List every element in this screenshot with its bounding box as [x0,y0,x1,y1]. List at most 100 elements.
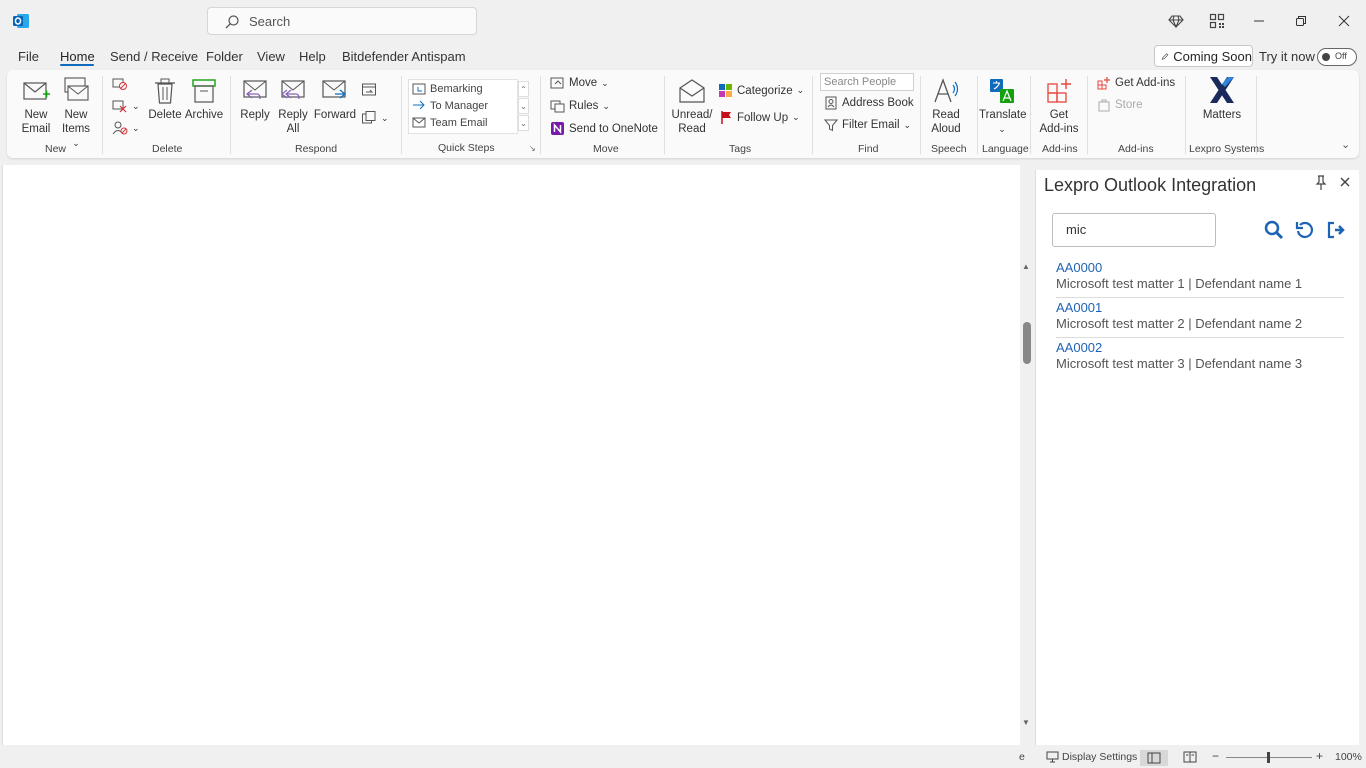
menu-bitdefender[interactable]: Bitdefender Antispam [342,49,466,64]
try-it-now-toggle[interactable]: Off [1317,48,1357,66]
rules-button[interactable]: Rules ⌄ [550,99,610,113]
chevron-down-icon: ⌄ [132,122,140,133]
delete-label: Delete [148,109,182,121]
scroll-down-arrow-icon[interactable]: ▼ [1022,718,1030,727]
menu-folder[interactable]: Folder [206,49,243,64]
reading-pane-scrollbar[interactable]: ▲ ▼ [1020,262,1033,732]
ignore-icon [112,78,127,90]
ignore-button[interactable] [112,77,128,91]
close-icon[interactable] [1338,175,1352,194]
zoom-out-button[interactable]: − [1212,749,1219,763]
quick-steps-scroll-up[interactable]: ⌃ [518,81,529,97]
translate-button[interactable]: Translate ⌄ [979,76,1027,136]
quick-steps-expand[interactable]: ⌄ [518,115,529,131]
reading-view-button[interactable] [1183,751,1197,763]
categorize-button[interactable]: Categorize ⌄ [718,83,804,98]
zoom-slider-thumb[interactable] [1267,752,1270,763]
rules-label: Rules [569,100,599,112]
matters-label: Matters [1202,109,1242,121]
new-items-button[interactable]: New Items ⌄ [57,76,95,150]
menu-file[interactable]: File [18,49,39,64]
address-book-button[interactable]: Address Book [824,96,914,110]
delete-button[interactable]: Delete [147,76,183,122]
filter-email-button[interactable]: Filter Email ⌄ [824,118,911,132]
quick-step-team-email[interactable]: Team Email [412,116,487,129]
quick-step-label: Team Email [430,116,488,129]
diamond-icon[interactable] [1165,10,1187,32]
categorize-label: Categorize [737,84,793,97]
chevron-down-icon: ⌄ [601,77,609,88]
pin-icon[interactable] [1314,175,1328,196]
read-aloud-button[interactable]: Read Aloud [927,76,965,136]
outlook-app-icon [12,12,30,30]
more-respond-button[interactable]: ⌄ [361,110,389,126]
forward-icon [322,80,347,99]
scroll-up-arrow-icon[interactable]: ▲ [1022,262,1030,271]
minimize-button[interactable] [1239,6,1279,36]
move-button[interactable]: Move ⌄ [550,76,609,90]
forward-button[interactable]: Forward [313,76,357,122]
rules-icon [550,100,565,113]
get-add-ins-button[interactable]: Get Add-ins [1097,76,1175,90]
result-code[interactable]: AA0002 [1056,340,1344,355]
reply-all-button[interactable]: Reply All [275,76,311,136]
get-add-ins-large-button[interactable]: Get Add-ins [1037,76,1081,136]
menu-home[interactable]: Home [60,49,95,64]
result-item[interactable]: AA0000 Microsoft test matter 1 | Defenda… [1056,260,1344,298]
matters-button[interactable]: Matters [1197,74,1247,122]
new-email-button[interactable]: New Email [17,76,55,136]
send-to-onenote-button[interactable]: Send to OneNote [550,121,658,136]
unread-read-label-2: Read [678,123,706,135]
dialog-launcher-icon[interactable]: ↘ [529,144,536,153]
quick-step-bemarking[interactable]: Bemarking [412,82,483,95]
result-item[interactable]: AA0002 Microsoft test matter 3 | Defenda… [1056,340,1344,378]
menu-view[interactable]: View [257,49,285,64]
unread-read-button[interactable]: Unread/ Read [670,76,714,136]
follow-up-button[interactable]: Follow Up ⌄ [720,110,800,125]
zoom-in-button[interactable]: + [1316,749,1323,763]
quick-step-to-manager[interactable]: To Manager [412,99,488,112]
search-icon [224,14,240,30]
reply-button[interactable]: Reply [237,76,273,122]
matter-search-input[interactable]: mic [1052,213,1216,247]
clean-up-button[interactable]: ⌄ [112,99,140,113]
get-add-ins-label-1: Get [1049,109,1069,121]
coming-soon-button[interactable]: Coming Soon [1154,45,1253,67]
read-aloud-label-1: Read [932,109,960,121]
quick-steps-scroll-down[interactable]: ⌄ [518,98,529,114]
clean-up-icon [112,100,127,113]
result-code[interactable]: AA0001 [1056,300,1344,315]
search-people-input[interactable]: Search People [820,73,914,91]
title-search-box[interactable]: Search [207,7,477,35]
restore-button[interactable] [1281,6,1321,36]
ribbon-collapse-icon[interactable]: ⌄ [1341,138,1350,151]
separator [230,76,231,154]
separator [1185,76,1186,154]
result-code[interactable]: AA0000 [1056,260,1344,275]
result-item[interactable]: AA0001 Microsoft test matter 2 | Defenda… [1056,300,1344,338]
separator [102,76,103,154]
folder-arrow-icon [412,83,426,95]
search-icon[interactable] [1263,219,1285,241]
new-email-label-1: New [24,109,48,121]
chevron-down-icon: ⌄ [796,85,805,95]
refresh-icon[interactable] [1294,219,1316,241]
menu-send-receive[interactable]: Send / Receive [110,49,198,64]
junk-icon [112,121,128,135]
meeting-button[interactable] [361,81,377,97]
group-label-add-ins-2: Add-ins [1118,143,1154,155]
separator [812,76,813,154]
qr-code-icon[interactable] [1206,10,1228,32]
arrow-right-icon [413,100,425,110]
zoom-level[interactable]: 100% [1335,751,1362,763]
menu-help[interactable]: Help [299,49,326,64]
new-items-label-2: Items [61,123,91,135]
store-button[interactable]: Store [1097,98,1143,112]
sign-out-icon[interactable] [1325,219,1347,241]
normal-view-button[interactable] [1140,750,1168,766]
junk-button[interactable]: ⌄ [112,121,140,135]
display-settings-button[interactable]: Display Settings [1046,751,1137,763]
scrollbar-thumb[interactable] [1023,322,1031,364]
archive-button[interactable]: Archive [183,76,225,122]
close-window-button[interactable] [1324,6,1364,36]
